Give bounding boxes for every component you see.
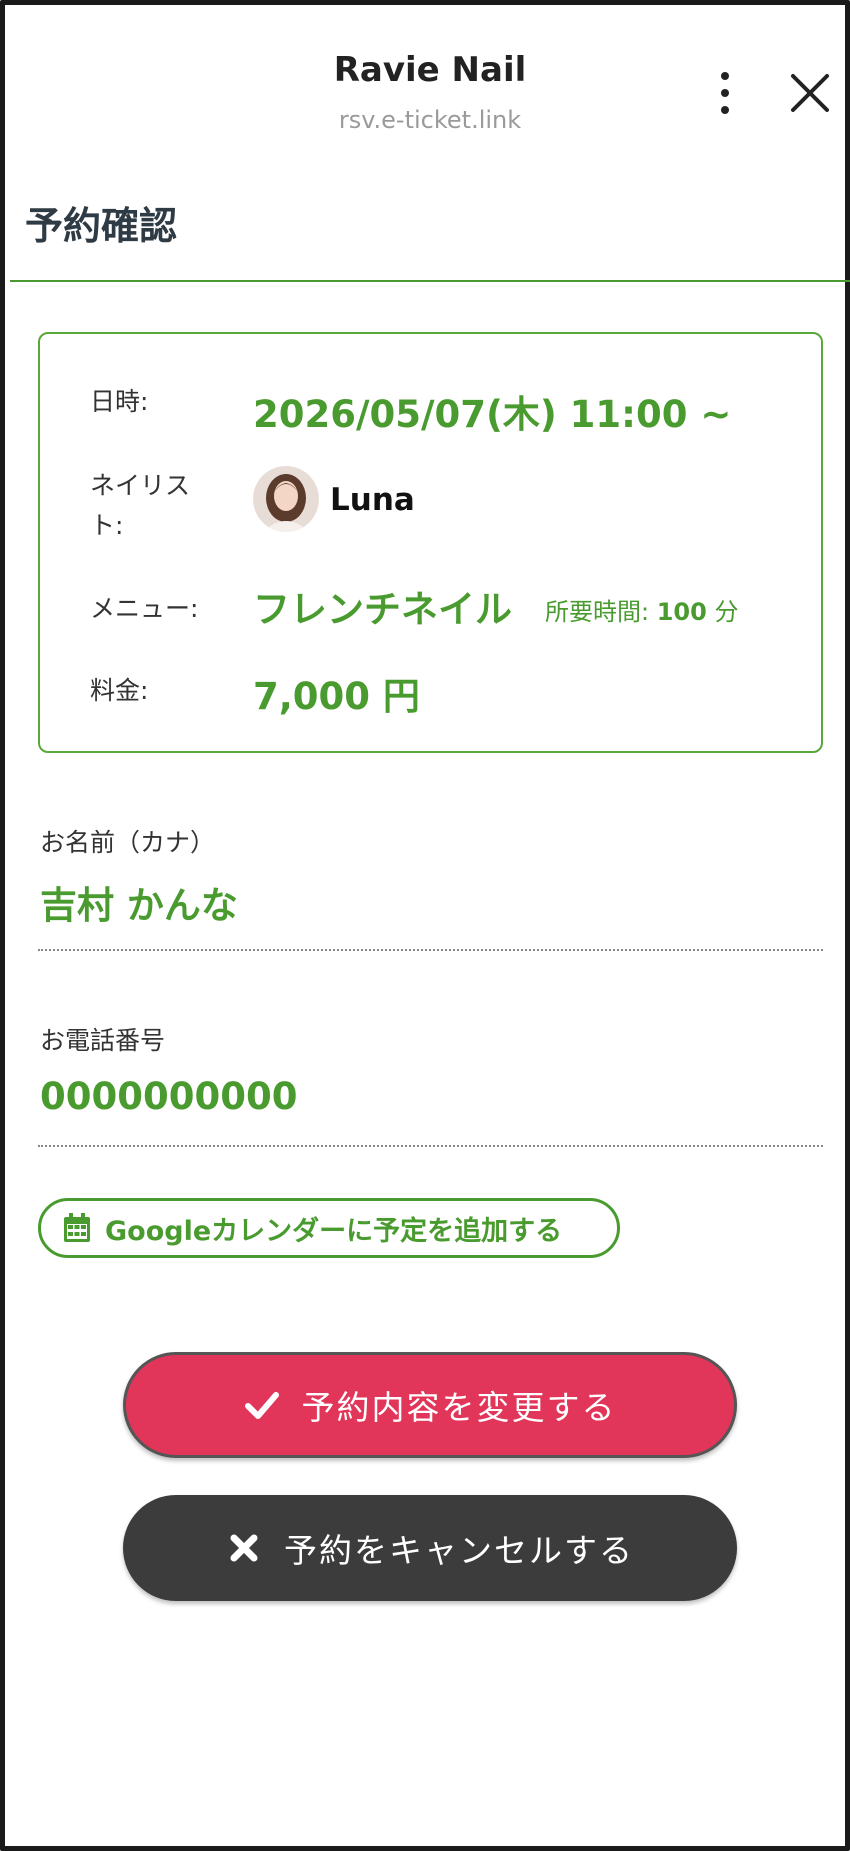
nailist-label-line1: ネイリス: [90, 471, 191, 500]
price-value: 7,000 円: [253, 675, 420, 718]
cancel-reservation-button[interactable]: 予約をキャンセルする: [123, 1495, 737, 1601]
nailist-label-line2: ト:: [90, 511, 124, 540]
menu-label: メニュー:: [90, 594, 199, 623]
change-reservation-button[interactable]: 予約内容を変更する: [123, 1352, 737, 1458]
phone-field-value: 0000000000: [40, 1075, 298, 1118]
x-icon: [230, 1534, 258, 1562]
add-to-google-calendar-button[interactable]: Googleカレンダーに予定を追加する: [38, 1198, 620, 1258]
duration-label: 所要時間:: [545, 598, 650, 626]
check-icon: [244, 1392, 279, 1419]
price-label: 料金:: [90, 676, 149, 705]
change-reservation-label: 予約内容を変更する: [301, 1388, 617, 1427]
calendar-icon: [64, 1213, 90, 1242]
name-field-label: お名前（カナ）: [40, 828, 216, 857]
datetime-label: 日時:: [90, 387, 149, 416]
page-title: 予約確認: [25, 204, 178, 248]
duration-text: 所要時間: 100 分: [545, 592, 738, 627]
nailist-avatar: [253, 466, 319, 532]
title-divider: [10, 280, 850, 282]
cancel-reservation-label: 予約をキャンセルする: [284, 1531, 634, 1570]
nailist-name: Luna: [330, 482, 415, 518]
browser-header: Ravie Nail rsv.e-ticket.link: [10, 10, 850, 140]
app-frame: Ravie Nail rsv.e-ticket.link 予約確認 日時: 20…: [0, 0, 850, 1851]
reservation-summary-card: 日時: 2026/05/07(木) 11:00 ~ ネイリス ト: Luna メ…: [38, 332, 823, 753]
phone-field-label: お電話番号: [40, 1026, 166, 1055]
close-icon[interactable]: [785, 68, 835, 118]
phone-field-divider: [38, 1145, 823, 1147]
name-field-value: 吉村 かんな: [40, 884, 238, 927]
duration-value: 100: [656, 598, 707, 626]
menu-value: フレンチネイル: [253, 588, 512, 631]
name-field-divider: [38, 949, 823, 951]
duration-unit: 分: [714, 598, 739, 626]
more-vertical-icon[interactable]: [710, 68, 740, 118]
datetime-value: 2026/05/07(木) 11:00 ~: [253, 393, 732, 436]
add-to-google-calendar-label: Googleカレンダーに予定を追加する: [105, 1215, 563, 1247]
